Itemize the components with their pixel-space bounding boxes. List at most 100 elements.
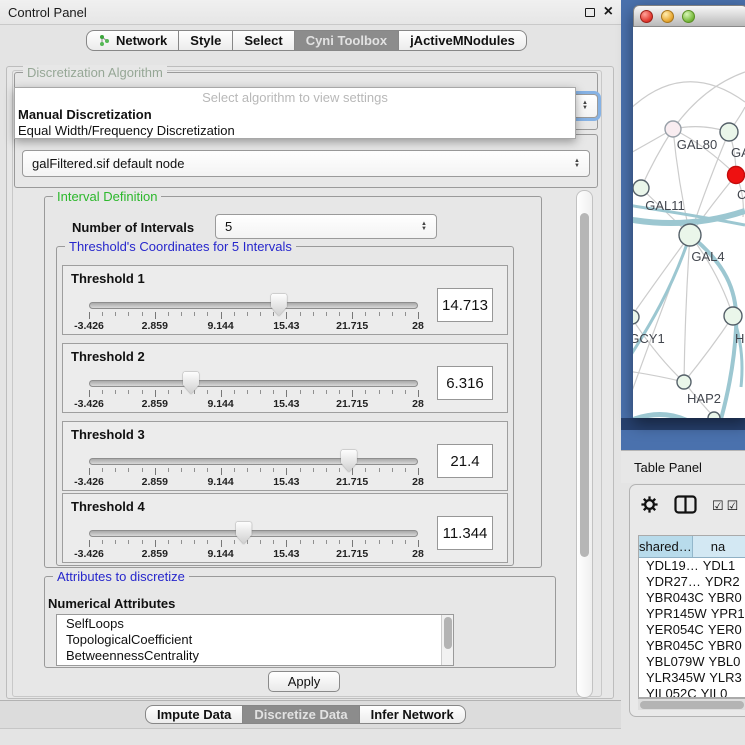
split-columns-icon[interactable] [674, 495, 697, 514]
tick-label: 2.859 [142, 398, 168, 410]
float-window-icon[interactable] [585, 8, 595, 17]
tick-mark [115, 540, 116, 544]
slider-handle[interactable] [183, 372, 199, 394]
network-node[interactable] [679, 224, 701, 246]
tab-network[interactable]: Network [86, 30, 179, 51]
threshold-panel: Threshold 3-3.4262.8599.14415.4321.71528… [62, 421, 508, 491]
slider-handle[interactable] [236, 522, 252, 544]
numeric-attributes-list[interactable]: SelfLoopsTopologicalCoefficientBetweenne… [56, 614, 454, 666]
table-row[interactable]: YLR345WYLR3 [639, 670, 745, 686]
network-canvas[interactable]: GAL80GACGAL11GAL4GCY1HHAP2 [633, 27, 745, 418]
tick-label: 15.43 [273, 476, 299, 488]
table-cell: YIL052C [639, 686, 697, 698]
threshold-value-input[interactable]: 14.713 [437, 288, 493, 322]
threshold-value-input[interactable]: 21.4 [437, 444, 493, 478]
threshold-value-input[interactable]: 11.344 [437, 516, 493, 550]
table-row[interactable]: YDL19…YDL1 [639, 558, 745, 574]
num-intervals-value: 5 [225, 219, 232, 234]
tab-select[interactable]: Select [233, 30, 294, 51]
attributes-group-title: Attributes to discretize [53, 569, 189, 584]
table-row[interactable]: YPR145WYPR1 [639, 606, 745, 622]
table-h-scrollbar[interactable] [638, 698, 745, 710]
network-node[interactable] [665, 121, 681, 137]
zoom-traffic-light-icon[interactable] [682, 10, 695, 23]
slider-track[interactable] [89, 380, 418, 387]
table-cell: YBR043C [639, 590, 704, 606]
table-row[interactable]: YBR043CYBR0 [639, 590, 745, 606]
close-traffic-light-icon[interactable] [640, 10, 653, 23]
network-node[interactable] [633, 310, 639, 324]
network-node[interactable] [633, 180, 649, 196]
attribute-item[interactable]: BetweennessCentrality [57, 647, 453, 663]
tick-mark [221, 540, 222, 547]
table-row[interactable]: YBL079WYBL0 [639, 654, 745, 670]
close-icon[interactable]: × [604, 6, 613, 18]
tick-mark [142, 312, 143, 316]
column-header-name[interactable]: na [693, 536, 745, 557]
tick-mark [273, 468, 274, 472]
slider-handle-shape [183, 372, 199, 394]
table-cell: YBR0 [704, 590, 745, 606]
tick-label: 2.859 [142, 548, 168, 560]
network-node[interactable] [677, 375, 691, 389]
popup-option-manual[interactable]: Manual Discretization [15, 107, 575, 123]
tick-mark [142, 468, 143, 472]
column-header-shared-name[interactable]: shared… [639, 536, 693, 557]
table-cell: YDL19… [639, 558, 699, 574]
attribute-item[interactable]: TopologicalCoefficient [57, 631, 453, 647]
table-cell: YPR1 [707, 606, 745, 622]
tab-infer-network[interactable]: Infer Network [360, 705, 466, 724]
main-scrollbar-thumb[interactable] [580, 213, 589, 557]
tab-style[interactable]: Style [179, 30, 233, 51]
network-node[interactable] [720, 123, 738, 141]
tick-mark [89, 540, 90, 547]
tick-mark [234, 312, 235, 316]
tick-mark [181, 540, 182, 544]
num-intervals-combobox[interactable]: 5 ▲▼ [215, 214, 437, 239]
popup-option-equal-width[interactable]: Equal Width/Frequency Discretization [15, 123, 575, 139]
table-data-combobox[interactable]: galFiltered.sif default node ▲▼ [22, 150, 590, 177]
network-node[interactable] [724, 307, 742, 325]
tick-mark [300, 390, 301, 394]
checkbox-icons[interactable]: ☑☑ [712, 498, 741, 514]
table-h-scrollbar-thumb[interactable] [640, 701, 744, 709]
tick-mark [128, 390, 129, 394]
table-row[interactable]: YER054CYER0 [639, 622, 745, 638]
tab-cyni-toolbox[interactable]: Cyni Toolbox [295, 30, 399, 51]
table-row[interactable]: YDR27…YDR2 [639, 574, 745, 590]
table-row[interactable]: YBR045CYBR0 [639, 638, 745, 654]
slider-track[interactable] [89, 530, 418, 537]
tick-mark [155, 390, 156, 397]
slider-handle[interactable] [271, 294, 287, 316]
tick-mark [365, 390, 366, 394]
slider-track[interactable] [89, 458, 418, 465]
tick-mark [207, 540, 208, 544]
tab-impute-data[interactable]: Impute Data [145, 705, 243, 724]
list-scrollbar-thumb[interactable] [444, 617, 452, 649]
network-node[interactable] [728, 167, 745, 184]
tab-jactivemnodules[interactable]: jActiveMNodules [399, 30, 527, 51]
slider-track[interactable] [89, 302, 418, 309]
network-node[interactable] [708, 412, 720, 418]
table-row[interactable]: YIL052CYIL0 [639, 686, 745, 698]
gear-icon[interactable] [640, 495, 659, 514]
slider-handle[interactable] [341, 450, 357, 472]
network-window-titlebar[interactable] [633, 5, 745, 27]
tick-mark [286, 540, 287, 547]
tick-label: 21.715 [336, 476, 368, 488]
tick-label: 2.859 [142, 320, 168, 332]
minimize-traffic-light-icon[interactable] [661, 10, 674, 23]
threshold-value-input[interactable]: 6.316 [437, 366, 493, 400]
apply-button[interactable]: Apply [268, 671, 340, 692]
tick-mark [379, 390, 380, 394]
tab-label: Infer Network [371, 707, 454, 722]
table-cell: YBR0 [704, 638, 745, 654]
tab-discretize-data[interactable]: Discretize Data [243, 705, 359, 724]
tick-label: 21.715 [336, 320, 368, 332]
main-scrollbar[interactable] [576, 190, 593, 698]
attribute-item[interactable]: SelfLoops [57, 615, 453, 631]
list-scrollbar[interactable] [441, 615, 453, 665]
tick-mark [260, 390, 261, 394]
tick-mark [300, 540, 301, 544]
tick-mark [418, 312, 419, 319]
